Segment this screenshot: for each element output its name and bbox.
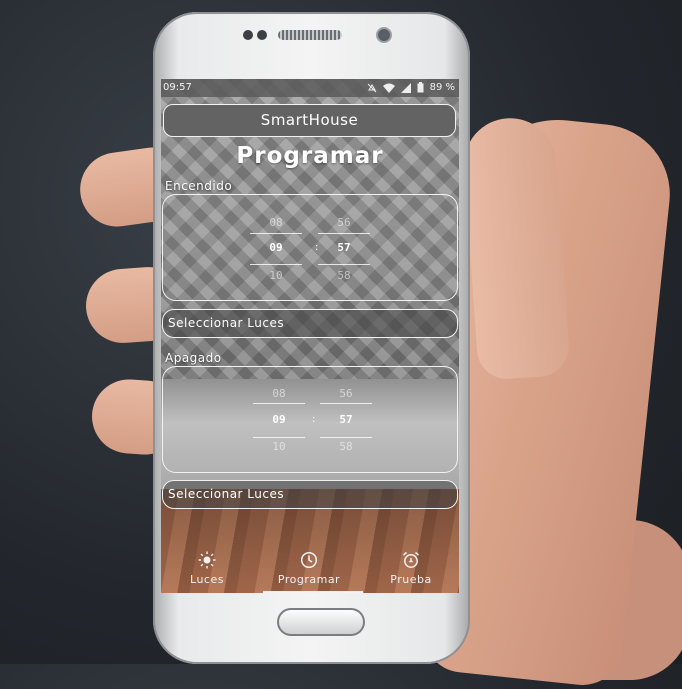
- nav-label-prueba: Prueba: [390, 573, 432, 586]
- time-separator: :: [312, 414, 316, 425]
- hour-prev: 08: [269, 216, 283, 229]
- clock-icon: [300, 551, 318, 569]
- nav-item-programar[interactable]: Programar: [269, 551, 349, 586]
- hand-thumb: [461, 115, 571, 381]
- minute-prev: 56: [339, 387, 353, 400]
- nav-label-luces: Luces: [190, 573, 224, 586]
- wifi-icon: [382, 83, 395, 93]
- nav-item-luces[interactable]: Luces: [167, 551, 247, 586]
- page-title: Programar: [236, 143, 384, 169]
- apagado-hour-wheel[interactable]: 08 09 10: [249, 367, 309, 474]
- sun-icon: [198, 551, 216, 569]
- encendido-select-lights-button[interactable]: Seleccionar Luces: [162, 309, 458, 338]
- encendido-minute-wheel[interactable]: 56 57 58: [314, 195, 374, 302]
- status-bar: 09:57 89 %: [161, 79, 459, 97]
- minute-next: 58: [337, 269, 351, 282]
- hour-selected: 09: [272, 413, 286, 426]
- status-time: 09:57: [163, 82, 192, 93]
- battery-icon: [417, 82, 424, 93]
- sensor-dot: [243, 30, 253, 40]
- sensor-dot: [257, 30, 267, 40]
- encendido-hour-wheel[interactable]: 08 09 10: [246, 195, 306, 302]
- battery-percent: 89 %: [429, 82, 455, 93]
- minute-selected: 57: [337, 241, 351, 254]
- alarm-clock-icon: [403, 551, 419, 568]
- encendido-time-picker[interactable]: 08 09 10 : 56 57 58: [162, 194, 458, 301]
- earpiece-speaker: [278, 30, 342, 40]
- apagado-select-lights-button[interactable]: Seleccionar Luces: [162, 480, 458, 509]
- hour-next: 10: [272, 440, 286, 453]
- phone-screen: 09:57 89 % SmartHouse Programar Encendid…: [161, 79, 459, 593]
- home-button[interactable]: [277, 608, 365, 636]
- minute-next: 58: [339, 440, 353, 453]
- apagado-label: Apagado: [165, 351, 222, 365]
- hour-selected: 09: [269, 241, 283, 254]
- apagado-time-picker[interactable]: 08 09 10 : 56 57 58: [162, 366, 458, 473]
- app-title-bar: SmartHouse: [163, 104, 456, 137]
- front-camera: [376, 27, 392, 43]
- encendido-label: Encendido: [165, 179, 233, 193]
- hour-prev: 08: [272, 387, 286, 400]
- nav-item-prueba[interactable]: Prueba: [371, 551, 451, 586]
- mute-icon: [367, 83, 376, 92]
- bottom-navigation: Luces Programar Prueba: [161, 545, 459, 593]
- minute-selected: 57: [339, 413, 353, 426]
- signal-icon: [400, 82, 411, 93]
- hour-next: 10: [269, 269, 283, 282]
- active-tab-indicator: [263, 591, 363, 593]
- minute-prev: 56: [337, 216, 351, 229]
- nav-label-programar: Programar: [277, 573, 341, 586]
- apagado-minute-wheel[interactable]: 56 57 58: [316, 367, 376, 474]
